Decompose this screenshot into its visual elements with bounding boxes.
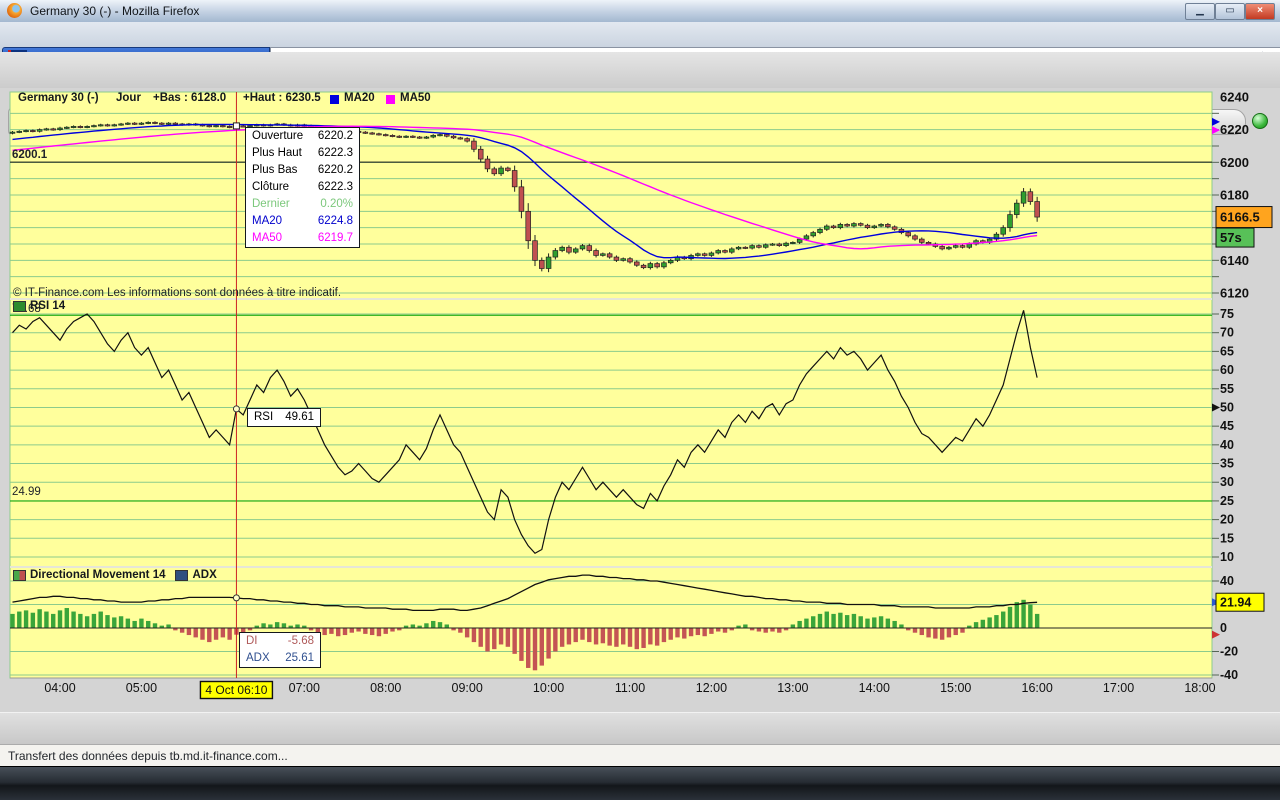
svg-text:05:00: 05:00 <box>126 681 157 695</box>
rsi-swatch <box>13 301 26 312</box>
chart-header: Germany 30 (-) Jour +Bas : 6128.0 +Haut … <box>18 92 538 108</box>
svg-text:13:00: 13:00 <box>777 681 808 695</box>
svg-text:07:00: 07:00 <box>289 681 320 695</box>
svg-text:40: 40 <box>1220 438 1234 452</box>
svg-text:6220: 6220 <box>1220 122 1249 137</box>
url-row: IT it-finance.com https://t.md.it-financ… <box>0 22 1280 52</box>
svg-text:15: 15 <box>1220 531 1234 545</box>
chart-canvas[interactable]: 6240622062006180616061406120757065605550… <box>8 90 1280 705</box>
svg-text:60: 60 <box>1220 363 1234 377</box>
firefox-icon <box>7 3 22 18</box>
svg-text:35: 35 <box>1220 457 1234 471</box>
session-high: +Haut : 6230.5 <box>243 92 321 104</box>
svg-text:10: 10 <box>1220 550 1234 564</box>
dm-swatch <box>13 570 26 581</box>
svg-text:25: 25 <box>1220 494 1234 508</box>
close-button[interactable]: × <box>1245 3 1275 20</box>
bottom-toolbar: Paramètres ◄ ► 5 Minutes ▼ <box>0 712 1280 745</box>
status-text: Transfert des données depuis tb.md.it-fi… <box>8 745 288 767</box>
svg-text:15:00: 15:00 <box>940 681 971 695</box>
chart-instrument: Germany 30 (-) <box>18 92 99 104</box>
svg-text:17:00: 17:00 <box>1103 681 1134 695</box>
rsi-legend: RSI 14 <box>13 300 65 312</box>
svg-text:6140: 6140 <box>1220 253 1249 268</box>
adx-tooltip: DI-5.68 ADX25.61 <box>239 632 321 668</box>
svg-text:6180: 6180 <box>1220 187 1249 202</box>
window-title: Germany 30 (-) - Mozilla Firefox <box>30 0 199 22</box>
svg-text:08:00: 08:00 <box>370 681 401 695</box>
svg-text:21.94: 21.94 <box>1220 596 1251 610</box>
svg-text:57s: 57s <box>1220 230 1242 245</box>
svg-text:40: 40 <box>1220 574 1234 588</box>
adx-swatch <box>175 570 188 581</box>
svg-text:75: 75 <box>1220 307 1234 321</box>
svg-text:6120: 6120 <box>1220 285 1249 300</box>
screen: Germany 30 (-) - Mozilla Firefox ▁ ▭ × I… <box>0 0 1280 800</box>
chart-area[interactable]: 6240622062006180616061406120757065605550… <box>8 90 1280 705</box>
svg-text:11:00: 11:00 <box>615 681 645 695</box>
svg-text:14:00: 14:00 <box>859 681 890 695</box>
status-bar: Transfert des données depuis tb.md.it-fi… <box>0 744 1280 767</box>
ma50-swatch <box>386 95 395 104</box>
chart-toolbar: Germany 30 (-) 6166.5 +0.14% 15:59 <box>0 52 1280 88</box>
svg-text:6240: 6240 <box>1220 90 1249 105</box>
svg-text:-20: -20 <box>1220 645 1238 659</box>
price-level-label: 6200.1 <box>12 149 47 161</box>
session-low: +Bas : 6128.0 <box>153 92 226 104</box>
minimize-button[interactable]: ▁ <box>1185 3 1215 20</box>
svg-text:70: 70 <box>1220 326 1234 340</box>
ma20-label: MA20 <box>344 92 375 104</box>
svg-text:16:00: 16:00 <box>1022 681 1053 695</box>
svg-text:20: 20 <box>1220 513 1234 527</box>
ma20-swatch <box>330 95 339 104</box>
dm-legend: Directional Movement 14 ADX <box>13 569 217 581</box>
ma50-label: MA50 <box>400 92 431 104</box>
svg-text:4 Oct 06:10: 4 Oct 06:10 <box>205 683 267 697</box>
svg-text:30: 30 <box>1220 475 1234 489</box>
ohlc-tooltip: Ouverture6220.2 Plus Haut6222.3 Plus Bas… <box>245 127 360 248</box>
rsi-lower-level-label: 24.99 <box>12 486 41 498</box>
chart-period[interactable]: Jour <box>116 92 141 104</box>
svg-text:12:00: 12:00 <box>696 681 727 695</box>
svg-text:65: 65 <box>1220 344 1234 358</box>
svg-text:18:00: 18:00 <box>1184 681 1215 695</box>
svg-text:6166.5: 6166.5 <box>1220 210 1260 225</box>
copyright-text: © IT-Finance.com Les informations sont d… <box>13 287 341 299</box>
svg-text:04:00: 04:00 <box>44 681 75 695</box>
maximize-button[interactable]: ▭ <box>1215 3 1245 20</box>
svg-text:-40: -40 <box>1220 668 1238 682</box>
svg-text:50: 50 <box>1220 400 1234 414</box>
title-bar[interactable]: Germany 30 (-) - Mozilla Firefox ▁ ▭ × <box>0 0 1280 23</box>
rsi-tooltip: RSI49.61 <box>247 408 321 427</box>
taskbar: ▶ ♪ ▲ Forum Forex Tradin... Germany 30 (… <box>0 766 1280 800</box>
svg-text:09:00: 09:00 <box>452 681 483 695</box>
svg-text:10:00: 10:00 <box>533 681 564 695</box>
svg-text:6200: 6200 <box>1220 155 1249 170</box>
svg-text:55: 55 <box>1220 382 1234 396</box>
svg-text:45: 45 <box>1220 419 1234 433</box>
svg-text:0: 0 <box>1220 621 1227 635</box>
